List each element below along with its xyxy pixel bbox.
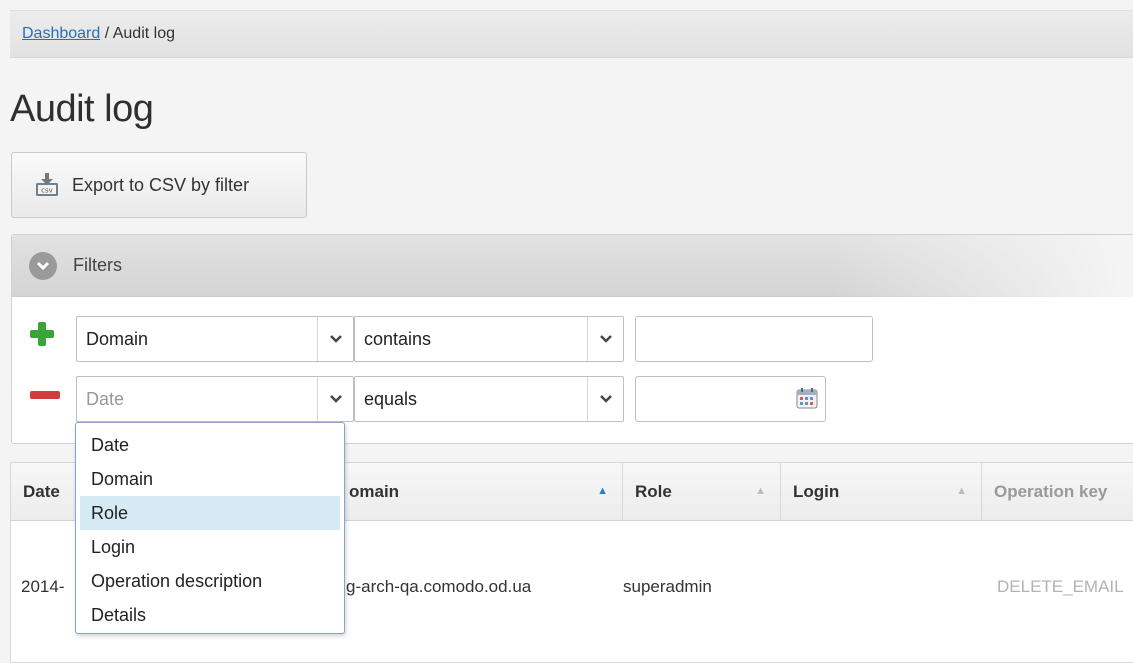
filter-date-input[interactable] — [635, 376, 826, 422]
filters-panel: Filters Domain contains Date equals — [11, 234, 1133, 444]
csv-export-icon: csv — [34, 172, 60, 198]
dropdown-option-details[interactable]: Details — [76, 598, 344, 632]
dropdown-option-operation-description[interactable]: Operation description — [76, 564, 344, 598]
dropdown-option-login[interactable]: Login — [76, 530, 344, 564]
sort-icon: ▲ — [956, 485, 967, 497]
filter-field-select[interactable]: Date — [76, 376, 354, 422]
filter-operator-select[interactable]: equals — [354, 376, 624, 422]
field-dropdown-list: Date Domain Role Login Operation descrip… — [75, 422, 345, 634]
cell-role: superadmin — [623, 577, 712, 596]
chevron-down-icon — [587, 377, 623, 421]
dropdown-option-role[interactable]: Role — [80, 496, 340, 530]
filter-row: Date equals — [12, 376, 1133, 422]
sort-icon: ▲ — [755, 485, 766, 497]
chevron-down-icon — [317, 377, 353, 421]
cell-domain: g-arch-qa.comodo.od.ua — [346, 577, 532, 596]
column-header-login[interactable]: Login ▲ — [781, 463, 982, 521]
cell-date: 2014- — [21, 577, 65, 596]
breadcrumb-separator: / — [100, 25, 113, 42]
column-header-date[interactable]: Date — [11, 463, 81, 521]
cell-operation-key: DELETE_EMAIL — [997, 577, 1124, 596]
chevron-down-icon — [317, 317, 353, 361]
column-header-role[interactable]: Role ▲ — [623, 463, 781, 521]
chevron-down-icon — [587, 317, 623, 361]
filter-field-placeholder: Date — [86, 388, 125, 409]
column-header-operation-key[interactable]: Operation key — [982, 463, 1133, 521]
filter-field-value: Domain — [86, 328, 149, 349]
dropdown-option-domain[interactable]: Domain — [76, 462, 344, 496]
filter-operator-value: contains — [364, 328, 432, 349]
export-csv-label: Export to CSV by filter — [72, 174, 250, 195]
column-header-domain-label: omain — [349, 482, 400, 501]
filter-row: Domain contains — [12, 316, 1133, 362]
filter-field-select[interactable]: Domain — [76, 316, 354, 362]
export-csv-button[interactable]: csv Export to CSV by filter — [11, 152, 307, 218]
filters-header-label: Filters — [73, 255, 122, 275]
svg-text:csv: csv — [41, 187, 53, 195]
breadcrumb-link-dashboard[interactable]: Dashboard — [22, 25, 100, 42]
column-header-login-label: Login — [793, 482, 840, 501]
page-title: Audit log — [10, 88, 154, 130]
filters-header[interactable]: Filters — [12, 235, 1133, 297]
calendar-icon[interactable] — [795, 386, 819, 410]
column-header-role-label: Role — [635, 482, 672, 501]
sort-asc-icon: ▲ — [597, 485, 608, 497]
chevron-down-icon[interactable] — [29, 251, 57, 280]
remove-filter-icon[interactable] — [30, 391, 60, 399]
breadcrumb: Dashboard / Audit log — [10, 10, 1133, 58]
breadcrumb-current: Audit log — [112, 25, 175, 42]
filter-operator-select[interactable]: contains — [354, 316, 624, 362]
filter-operator-value: equals — [364, 388, 418, 409]
dropdown-option-date[interactable]: Date — [76, 428, 344, 462]
filter-value-input[interactable] — [635, 316, 873, 362]
add-filter-icon[interactable] — [30, 322, 54, 346]
